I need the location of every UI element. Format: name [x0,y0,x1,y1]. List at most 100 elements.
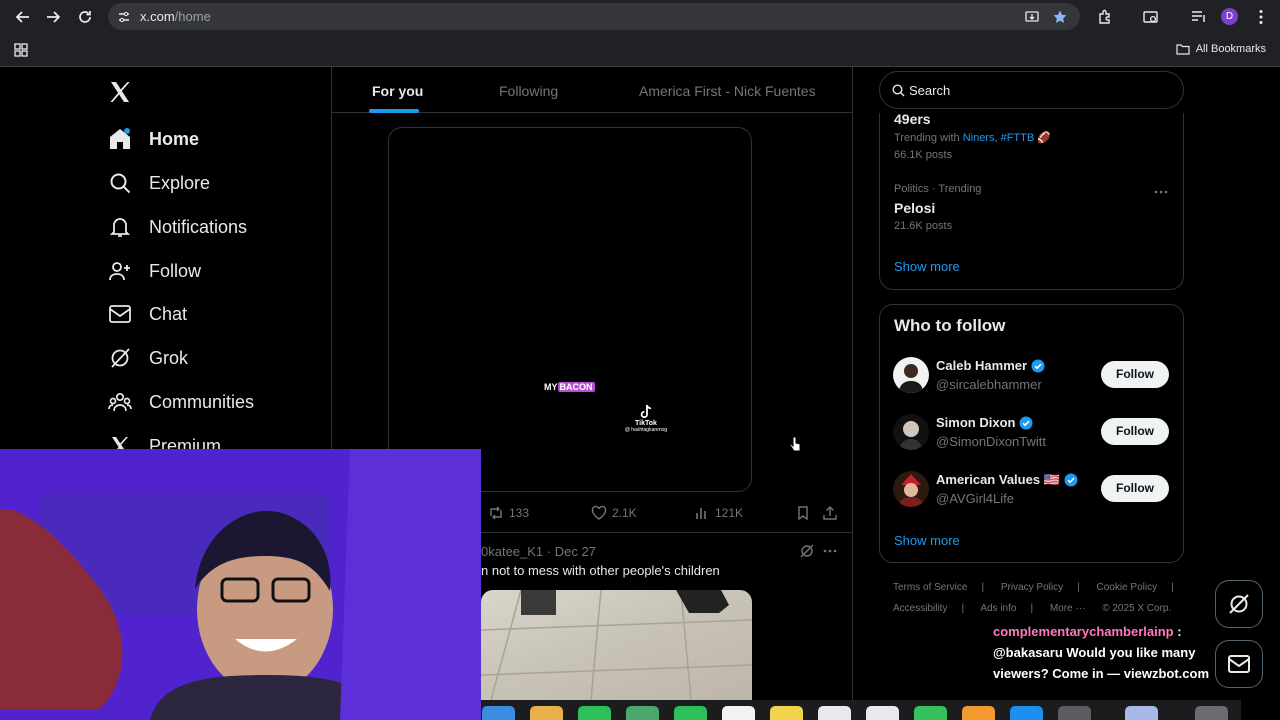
people-icon [108,392,132,412]
forward-button[interactable] [43,7,63,27]
nav-follow-label: Follow [149,260,202,281]
avatar[interactable] [893,471,929,507]
accessibility-link[interactable]: Accessibility [893,603,947,614]
nav-explore[interactable]: Explore [108,169,210,197]
tab-search-icon[interactable] [1142,8,1160,26]
trend-title[interactable]: 49ers [894,111,931,127]
ads-info-link[interactable]: Ads info [980,603,1016,614]
nav-home-label: Home [149,128,200,149]
post-video[interactable] [388,127,752,492]
follow-button[interactable]: Follow [1101,475,1169,502]
user-name[interactable]: Caleb Hammer [936,358,1045,373]
trends-show-more-link[interactable]: Show more [894,259,960,274]
nav-home[interactable]: Home [108,125,199,153]
user-name[interactable]: American Values 🇺🇸 [936,472,1078,488]
arrow-right-icon [47,11,60,23]
trash-icon[interactable] [1195,706,1228,720]
tiktok-handle: @ hashtagkarenog [624,427,668,433]
views-button[interactable]: 121K [694,504,743,522]
cookie-link[interactable]: Cookie Policy [1097,582,1158,593]
tiled-floor-image [481,590,752,700]
privacy-link[interactable]: Privacy Policy [1001,582,1063,593]
post-image[interactable] [481,590,752,700]
video-caption: MY BACON [544,382,595,392]
grok-icon[interactable] [799,543,815,559]
terms-link[interactable]: Terms of Service [893,582,967,593]
active-tab-indicator [369,109,419,113]
nav-chat-label: Chat [149,303,188,324]
maps-icon[interactable] [626,706,659,720]
more-icon[interactable] [1153,184,1169,200]
all-bookmarks-button[interactable]: All Bookmarks [1176,43,1266,55]
calendar-icon[interactable] [722,706,755,720]
post-text: n not to mess with other people's childr… [481,563,720,578]
x-logo-icon[interactable] [108,80,132,104]
arrow-left-icon [16,11,29,23]
freeform-icon[interactable] [866,706,899,720]
settings-icon[interactable] [1058,706,1091,720]
notes-icon[interactable] [770,706,803,720]
mail-icon [109,305,131,323]
webcam-feed-image [0,449,481,720]
messages-icon[interactable] [578,706,611,720]
like-button[interactable]: 2.1K [591,504,637,522]
nav-communities[interactable]: Communities [108,388,254,416]
all-bookmarks-label: All Bookmarks [1195,43,1266,55]
more-icon[interactable] [822,543,838,559]
analytics-icon [696,508,706,519]
tab-for-you[interactable]: For you [372,83,423,99]
follow-button[interactable]: Follow [1101,418,1169,445]
nav-follow[interactable]: Follow [108,257,201,285]
nav-notifications[interactable]: Notifications [108,213,247,241]
trend-title[interactable]: Pelosi [894,200,935,216]
mail-icon [1228,655,1250,673]
nav-grok[interactable]: Grok [108,344,188,372]
address-bar[interactable]: x.com/home [108,3,1080,30]
facetime-icon[interactable] [674,706,707,720]
search-input[interactable]: Search [879,71,1184,109]
reload-button[interactable] [75,7,95,27]
finder-icon[interactable] [482,706,515,720]
nav-communities-label: Communities [149,391,255,412]
tiktok-name: TikTok [635,420,657,427]
follow-button[interactable]: Follow [1101,361,1169,388]
who-to-follow-show-more-link[interactable]: Show more [894,533,960,548]
photos-icon[interactable] [530,706,563,720]
folder-icon [1176,44,1190,55]
search-icon [892,84,905,97]
extensions-icon[interactable] [1096,8,1114,26]
like-count: 2.1K [612,506,637,520]
repost-button[interactable]: 133 [488,504,529,522]
install-app-icon[interactable] [1024,9,1040,25]
pages-icon[interactable] [962,706,995,720]
numbers-icon[interactable] [914,706,947,720]
downloads-icon[interactable] [1125,706,1158,720]
verified-badge-icon [1031,359,1045,372]
user-name[interactable]: Simon Dixon [936,415,1033,430]
timeline-tabs: For you Following America First - Nick F… [332,67,852,113]
app-store-icon[interactable] [1010,706,1043,720]
profile-avatar[interactable]: D [1221,8,1238,25]
kebab-menu-icon[interactable] [1252,8,1270,26]
media-controls-icon[interactable] [1190,8,1208,26]
grok-icon [111,348,130,368]
trend-post-count: 21.6K posts [894,220,953,232]
more-link[interactable]: More ··· [1050,603,1086,614]
view-count: 121K [715,506,744,520]
tab-list[interactable]: America First - Nick Fuentes [639,83,816,99]
footer-links: Terms of Service | Privacy Policy | Cookie… [893,582,1174,593]
share-button[interactable] [822,504,838,522]
tab-following[interactable]: Following [499,83,558,99]
tiktok-icon [640,404,652,419]
avatar[interactable] [893,357,929,393]
nav-chat[interactable]: Chat [108,300,187,328]
site-settings-icon[interactable] [116,9,132,25]
avatar[interactable] [893,414,929,450]
back-button[interactable] [13,7,33,27]
bookmark-star-icon[interactable] [1052,9,1068,25]
reminders-icon[interactable] [818,706,851,720]
bookmark-button[interactable] [795,504,811,522]
webcam-overlay [0,449,481,720]
trend-post-count: 66.1K posts [894,149,953,161]
apps-grid-icon[interactable] [12,41,30,59]
